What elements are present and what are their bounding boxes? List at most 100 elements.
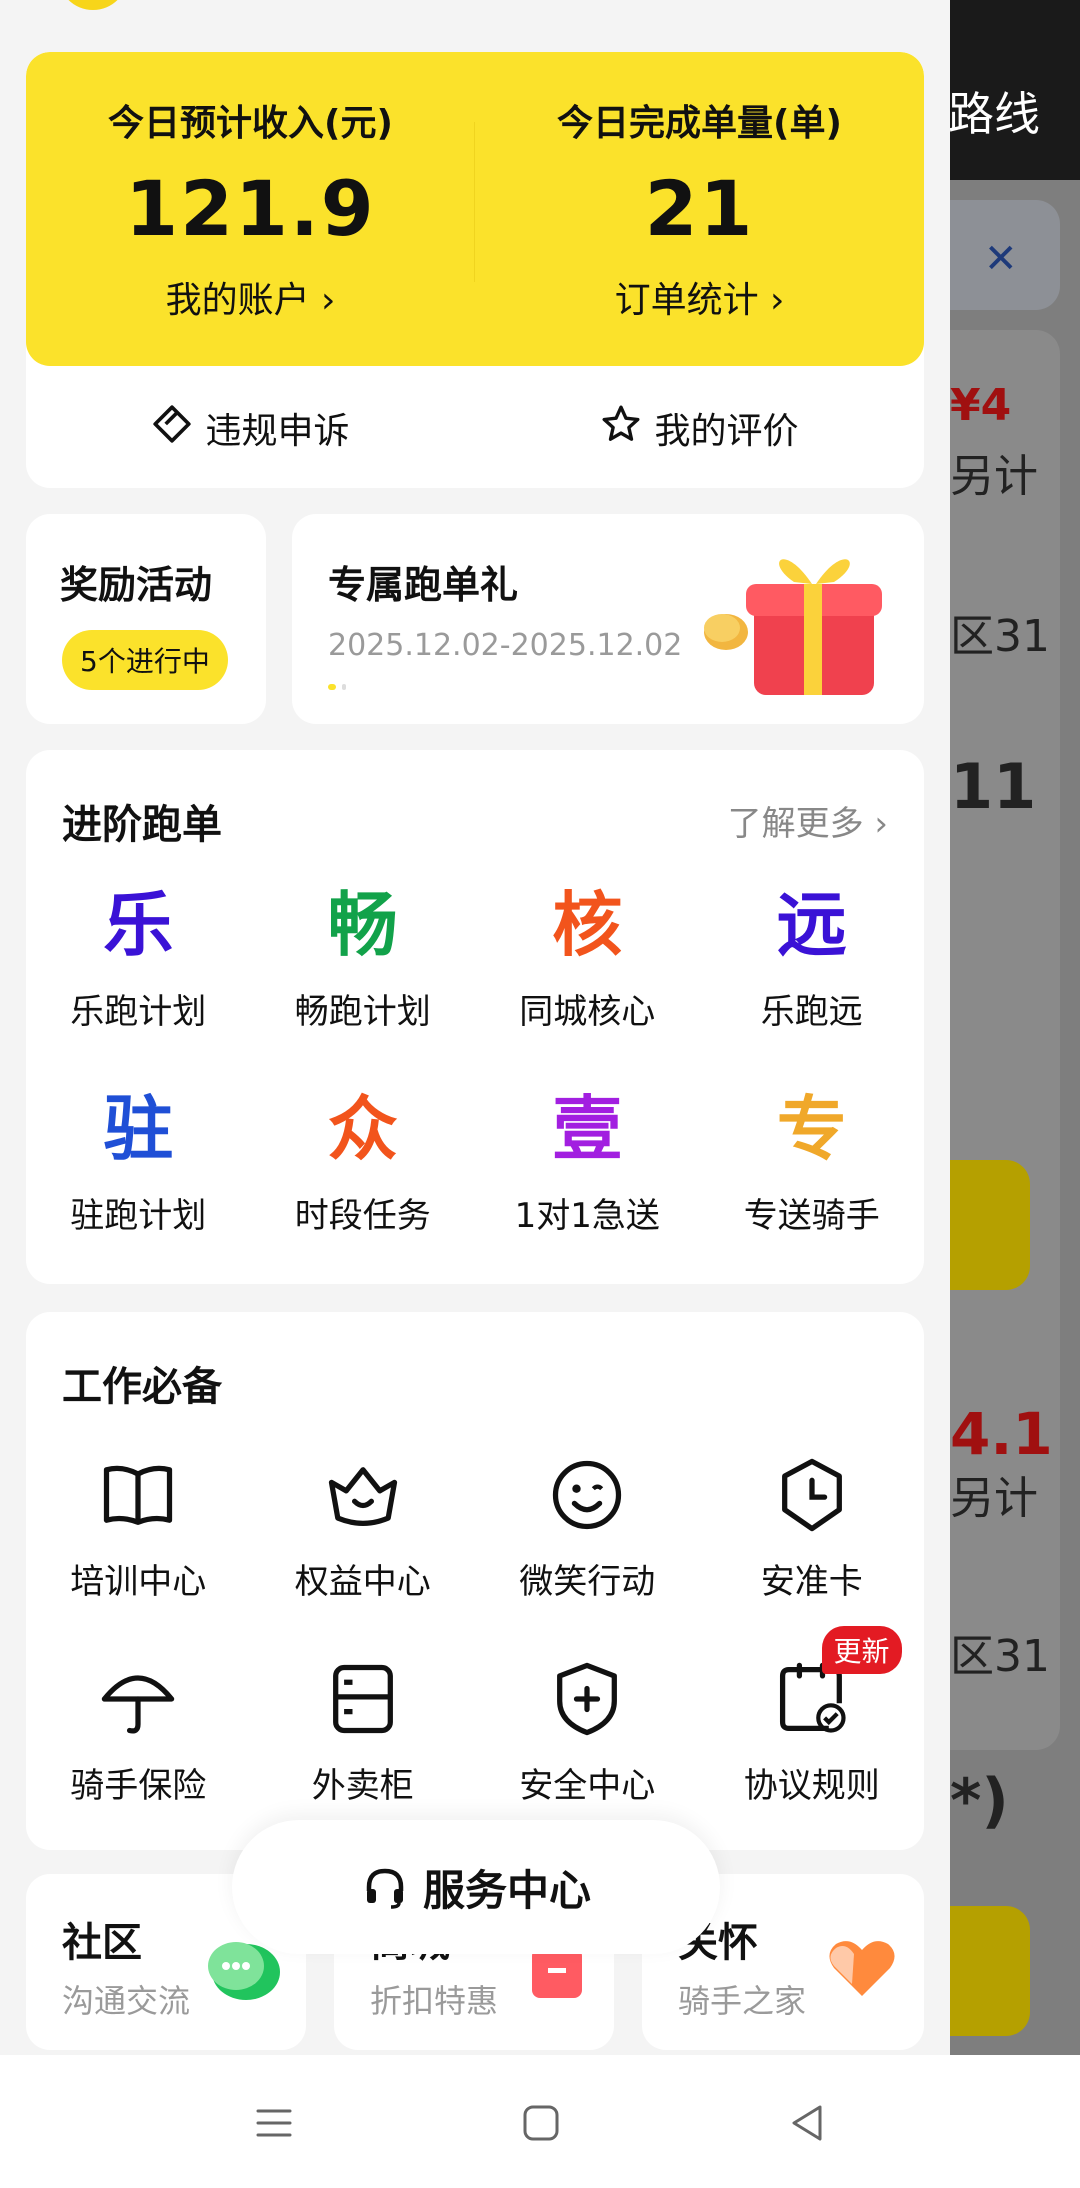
advanced-item-label: 专送骑手 bbox=[743, 1196, 880, 1236]
background-price: ¥4 bbox=[950, 380, 1012, 431]
background-button bbox=[950, 1906, 1030, 2036]
community-title: 社区 bbox=[62, 1920, 142, 1966]
benefits-center-button[interactable]: 权益中心 bbox=[251, 1432, 476, 1636]
advanced-item-label: 时段任务 bbox=[294, 1196, 431, 1236]
income-value: 121.9 bbox=[125, 164, 376, 253]
appeal-button[interactable]: 违规申诉 bbox=[26, 402, 475, 454]
advanced-glyph-icon: 驻 bbox=[103, 1088, 174, 1170]
advanced-glyph-icon: 乐 bbox=[103, 884, 174, 966]
back-button[interactable] bbox=[778, 2093, 838, 2153]
order-stats-link[interactable]: 订单统计 › bbox=[475, 271, 924, 323]
background-topbar-title: 路线 bbox=[948, 87, 1040, 141]
training-center-button[interactable]: 培训中心 bbox=[26, 1432, 251, 1636]
background-button bbox=[950, 1160, 1030, 1290]
agreement-rules-button[interactable]: 更新 协议规则 bbox=[700, 1626, 925, 1840]
orders-label: 今日完成单量(单) bbox=[557, 103, 842, 144]
safety-center-button[interactable]: 安全中心 bbox=[475, 1636, 700, 1840]
menu-button[interactable] bbox=[244, 2093, 304, 2153]
income-label: 今日预计收入(元) bbox=[108, 103, 393, 144]
advanced-item-8[interactable]: 专专送骑手 bbox=[700, 1064, 925, 1268]
background-text: 区31 bbox=[950, 611, 1050, 662]
reward-activity-card[interactable]: 奖励活动 5个进行中 bbox=[26, 514, 266, 724]
exclusive-gift-card[interactable]: 专属跑单礼 2025.12.02-2025.12.02 bbox=[292, 514, 924, 724]
my-account-link[interactable]: 我的账户 › bbox=[26, 271, 475, 323]
advanced-glyph-icon: 畅 bbox=[327, 884, 398, 966]
rider-insurance-button[interactable]: 骑手保险 bbox=[26, 1636, 251, 1840]
advanced-item-1[interactable]: 乐乐跑计划 bbox=[26, 860, 251, 1064]
background-price: 4.1 bbox=[950, 1400, 1053, 1468]
gift-title: 专属跑单礼 bbox=[328, 563, 519, 607]
smile-action-label: 微笑行动 bbox=[519, 1562, 656, 1602]
my-rating-label: 我的评价 bbox=[654, 411, 799, 452]
orders-value: 21 bbox=[644, 164, 755, 253]
appeal-icon bbox=[151, 403, 193, 454]
shield-plus-icon bbox=[557, 1662, 618, 1736]
crown-icon bbox=[328, 1467, 397, 1526]
my-rating-button[interactable]: 我的评价 bbox=[475, 402, 924, 454]
headset-icon bbox=[366, 1868, 404, 1909]
background-close-icon: ✕ bbox=[984, 236, 1018, 282]
work-grid: 培训中心 权益中心 微笑行动 安准卡 骑手保险 外卖柜 安全中心 更新 协议规则 bbox=[26, 1432, 924, 1840]
advanced-item-3[interactable]: 核同城核心 bbox=[475, 860, 700, 1064]
care-subtitle: 骑手之家 bbox=[678, 1982, 807, 2020]
mall-subtitle: 折扣特惠 bbox=[370, 1982, 499, 2020]
locker-icon bbox=[332, 1664, 393, 1734]
advanced-title: 进阶跑单 bbox=[62, 802, 222, 848]
background-text: 另计 bbox=[950, 451, 1038, 502]
safety-center-label: 安全中心 bbox=[519, 1766, 656, 1806]
advanced-item-label: 乐跑计划 bbox=[70, 992, 207, 1032]
carousel-indicator bbox=[328, 684, 346, 690]
advanced-item-label: 驻跑计划 bbox=[70, 1196, 207, 1236]
agreement-rules-label: 协议规则 bbox=[743, 1766, 880, 1806]
food-locker-label: 外卖柜 bbox=[311, 1766, 414, 1806]
advanced-item-label: 1对1急送 bbox=[514, 1196, 660, 1236]
reward-title: 奖励活动 bbox=[60, 563, 213, 607]
back-triangle-icon bbox=[792, 2105, 822, 2141]
income-stat[interactable]: 今日预计收入(元) 121.9 我的账户 › bbox=[26, 94, 475, 323]
advanced-item-7[interactable]: 壹 1对1急送 bbox=[475, 1064, 700, 1268]
orders-stat[interactable]: 今日完成单量(单) 21 订单统计 › bbox=[475, 94, 924, 323]
menu-icon bbox=[256, 2109, 292, 2137]
work-title: 工作必备 bbox=[62, 1364, 222, 1410]
service-center-label: 服务中心 bbox=[422, 1865, 591, 1915]
heart-icon bbox=[829, 1941, 895, 1996]
training-center-label: 培训中心 bbox=[70, 1562, 207, 1602]
update-badge: 更新 bbox=[821, 1626, 902, 1674]
learn-more-link[interactable]: 了解更多 › bbox=[728, 796, 888, 845]
safety-card-button[interactable]: 安准卡 bbox=[700, 1432, 925, 1636]
avatar[interactable] bbox=[58, 0, 128, 10]
advanced-glyph-icon: 专 bbox=[776, 1088, 847, 1170]
gift-box-icon bbox=[704, 559, 882, 695]
home-button[interactable] bbox=[511, 2093, 571, 2153]
advanced-run-card: 进阶跑单 了解更多 › 乐乐跑计划畅畅跑计划核同城核心远乐跑远驻驻跑计划众时段任… bbox=[26, 750, 924, 1284]
food-locker-button[interactable]: 外卖柜 bbox=[251, 1636, 476, 1840]
umbrella-icon bbox=[102, 1675, 175, 1734]
background-text: 区31 bbox=[950, 1631, 1050, 1682]
smile-action-button[interactable]: 微笑行动 bbox=[475, 1432, 700, 1636]
background-text: 11 bbox=[950, 750, 1037, 823]
book-icon bbox=[104, 1465, 173, 1525]
advanced-glyph-icon: 远 bbox=[776, 884, 847, 966]
advanced-item-4[interactable]: 远乐跑远 bbox=[700, 860, 925, 1064]
system-nav-bar bbox=[0, 2055, 1080, 2188]
clock-shield-icon bbox=[781, 1458, 842, 1532]
background-text: 另计 bbox=[950, 1473, 1038, 1524]
background-text: *) bbox=[950, 1766, 1009, 1836]
advanced-item-5[interactable]: 驻驻跑计划 bbox=[26, 1064, 251, 1268]
advanced-item-label: 同城核心 bbox=[519, 992, 656, 1032]
advanced-item-6[interactable]: 众时段任务 bbox=[251, 1064, 476, 1268]
gift-date-range: 2025.12.02-2025.12.02 bbox=[328, 628, 683, 663]
advanced-glyph-icon: 壹 bbox=[552, 1088, 623, 1170]
advanced-item-2[interactable]: 畅畅跑计划 bbox=[251, 860, 476, 1064]
advanced-item-label: 乐跑远 bbox=[760, 992, 863, 1032]
safety-card-label: 安准卡 bbox=[760, 1562, 863, 1602]
stats-card: 今日预计收入(元) 121.9 我的账户 › 今日完成单量(单) 21 订单统计… bbox=[26, 52, 924, 488]
rider-insurance-label: 骑手保险 bbox=[70, 1766, 207, 1806]
smile-icon bbox=[553, 1460, 622, 1530]
side-drawer: 今日预计收入(元) 121.9 我的账户 › 今日完成单量(单) 21 订单统计… bbox=[0, 0, 950, 2055]
service-center-button[interactable]: 服务中心 bbox=[232, 1820, 720, 1954]
advanced-item-label: 畅跑计划 bbox=[294, 992, 431, 1032]
advanced-grid: 乐乐跑计划畅畅跑计划核同城核心远乐跑远驻驻跑计划众时段任务壹 1对1急送专专送骑手 bbox=[26, 860, 924, 1268]
square-icon bbox=[523, 2105, 559, 2141]
advanced-glyph-icon: 核 bbox=[552, 884, 623, 966]
